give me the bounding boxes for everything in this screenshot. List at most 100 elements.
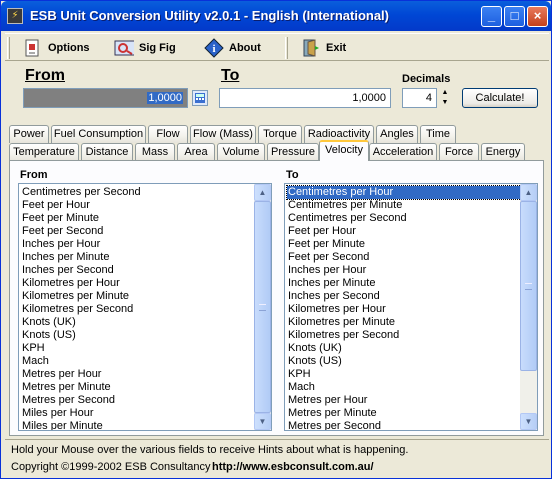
exit-button[interactable]: Exit <box>301 36 346 60</box>
tab-time[interactable]: Time <box>420 125 456 143</box>
sig-fig-icon <box>114 38 134 58</box>
list-item[interactable]: Metres per Minute <box>21 381 255 394</box>
sig-fig-label: Sig Fig <box>139 42 176 54</box>
app-icon: ⚡ <box>7 8 23 24</box>
tab-energy[interactable]: Energy <box>481 143 525 161</box>
minimize-button[interactable]: _ <box>481 6 502 27</box>
list-item[interactable]: Metres per Second <box>287 420 521 430</box>
tab-area[interactable]: Area <box>177 143 215 161</box>
to-scroll-thumb[interactable] <box>520 201 537 371</box>
list-item[interactable]: Feet per Second <box>287 251 521 264</box>
list-item[interactable]: Inches per Minute <box>21 251 255 264</box>
tab-fuel-consumption[interactable]: Fuel Consumption <box>51 125 146 143</box>
from-list-title: From <box>20 169 48 181</box>
to-value-field[interactable]: 1,0000 <box>219 88 391 108</box>
calculate-button[interactable]: Calculate! <box>462 88 538 108</box>
hint-text: Hold your Mouse over the various fields … <box>11 444 409 456</box>
list-item[interactable]: Kilometres per Hour <box>287 303 521 316</box>
tab-acceleration[interactable]: Acceleration <box>369 143 437 161</box>
tab-torque[interactable]: Torque <box>258 125 302 143</box>
list-item[interactable]: Centimetres per Second <box>287 212 521 225</box>
list-item[interactable]: Knots (UK) <box>287 342 521 355</box>
list-item[interactable]: Mach <box>287 381 521 394</box>
from-value-field[interactable]: 1,0000 <box>23 88 188 108</box>
copyright-text: Copyright ©1999-2002 ESB Consultancy <box>11 461 211 473</box>
calculator-icon[interactable] <box>192 90 208 106</box>
list-item[interactable]: Inches per Hour <box>21 238 255 251</box>
scroll-up-icon[interactable]: ▲ <box>254 184 271 201</box>
list-item[interactable]: Knots (US) <box>21 329 255 342</box>
spin-up-icon[interactable]: ▲ <box>438 88 452 98</box>
list-item[interactable]: Feet per Minute <box>287 238 521 251</box>
list-item[interactable]: Miles per Hour <box>21 407 255 420</box>
options-label: Options <box>48 42 90 54</box>
from-label: From <box>25 67 65 84</box>
list-item[interactable]: Kilometres per Second <box>287 329 521 342</box>
scroll-down-icon[interactable]: ▼ <box>520 413 537 430</box>
list-item[interactable]: Inches per Second <box>287 290 521 303</box>
list-item[interactable]: Inches per Hour <box>287 264 521 277</box>
list-item[interactable]: Metres per Minute <box>287 407 521 420</box>
list-item[interactable]: Feet per Minute <box>21 212 255 225</box>
tab-distance[interactable]: Distance <box>81 143 133 161</box>
list-item[interactable]: Metres per Hour <box>21 368 255 381</box>
sig-fig-button[interactable]: Sig Fig <box>114 36 176 60</box>
toolbar: Options Sig Fig i About Exit <box>5 33 549 61</box>
list-item[interactable]: Inches per Minute <box>287 277 521 290</box>
title-bar[interactable]: ⚡ ESB Unit Conversion Utility v2.0.1 - E… <box>1 1 551 31</box>
list-item[interactable]: Centimetres per Second <box>21 186 255 199</box>
list-item[interactable]: Centimetres per Hour <box>286 185 522 200</box>
decimals-spinner[interactable]: ▲ ▼ <box>438 88 452 110</box>
tab-power[interactable]: Power <box>9 125 49 143</box>
scroll-up-icon[interactable]: ▲ <box>520 184 537 201</box>
list-item[interactable]: Knots (UK) <box>21 316 255 329</box>
list-item[interactable]: Inches per Second <box>21 264 255 277</box>
list-item[interactable]: Mach <box>21 355 255 368</box>
list-item[interactable]: Feet per Hour <box>287 225 521 238</box>
list-item[interactable]: Knots (US) <box>287 355 521 368</box>
to-list-title: To <box>286 169 299 181</box>
list-item[interactable]: Kilometres per Minute <box>287 316 521 329</box>
about-button[interactable]: i About <box>204 36 261 60</box>
tab-pressure[interactable]: Pressure <box>267 143 319 161</box>
list-item[interactable]: Kilometres per Minute <box>21 290 255 303</box>
from-unit-list[interactable]: Centimetres per Second Feet per Hour Feet … <box>18 183 272 431</box>
from-scroll-thumb[interactable] <box>254 201 271 413</box>
tab-flow-mass[interactable]: Flow (Mass) <box>190 125 256 143</box>
maximize-button[interactable]: □ <box>504 6 525 27</box>
list-item[interactable]: Centimetres per Minute <box>287 199 521 212</box>
tab-flow[interactable]: Flow <box>148 125 188 143</box>
tab-mass[interactable]: Mass <box>135 143 175 161</box>
decimals-field[interactable]: 4 <box>402 88 437 108</box>
tab-velocity[interactable]: Velocity <box>319 140 369 161</box>
website-link[interactable]: http://www.esbconsult.com.au/ <box>212 461 374 473</box>
decimals-label: Decimals <box>402 73 451 85</box>
list-item[interactable]: KPH <box>287 368 521 381</box>
list-item[interactable]: Feet per Second <box>21 225 255 238</box>
toolbar-grip <box>7 37 10 59</box>
options-button[interactable]: Options <box>23 36 90 60</box>
scroll-down-icon[interactable]: ▼ <box>254 413 271 430</box>
exit-label: Exit <box>326 42 347 54</box>
to-list-scrollbar[interactable]: ▲ ▼ <box>520 184 537 430</box>
info-icon: i <box>204 38 224 58</box>
list-item[interactable]: Miles per Minute <box>21 420 255 430</box>
velocity-panel: From To Centimetres per Second Feet per H… <box>9 160 544 436</box>
tab-temperature[interactable]: Temperature <box>9 143 79 161</box>
list-item[interactable]: Metres per Second <box>21 394 255 407</box>
status-bar: Hold your Mouse over the various fields … <box>5 439 549 477</box>
list-item[interactable]: Feet per Hour <box>21 199 255 212</box>
tab-force[interactable]: Force <box>439 143 479 161</box>
to-label: To <box>221 67 240 84</box>
tab-volume[interactable]: Volume <box>217 143 265 161</box>
list-item[interactable]: Kilometres per Hour <box>21 277 255 290</box>
list-item[interactable]: Kilometres per Second <box>21 303 255 316</box>
list-item[interactable]: Metres per Hour <box>287 394 521 407</box>
to-unit-list[interactable]: Centimetres per Hour Centimetres per Minu… <box>284 183 538 431</box>
spin-down-icon[interactable]: ▼ <box>438 98 452 108</box>
from-list-scrollbar[interactable]: ▲ ▼ <box>254 184 271 430</box>
close-button[interactable]: × <box>527 6 548 27</box>
list-item[interactable]: KPH <box>21 342 255 355</box>
tab-angles[interactable]: Angles <box>376 125 418 143</box>
window-title: ESB Unit Conversion Utility v2.0.1 - Eng… <box>30 8 389 23</box>
